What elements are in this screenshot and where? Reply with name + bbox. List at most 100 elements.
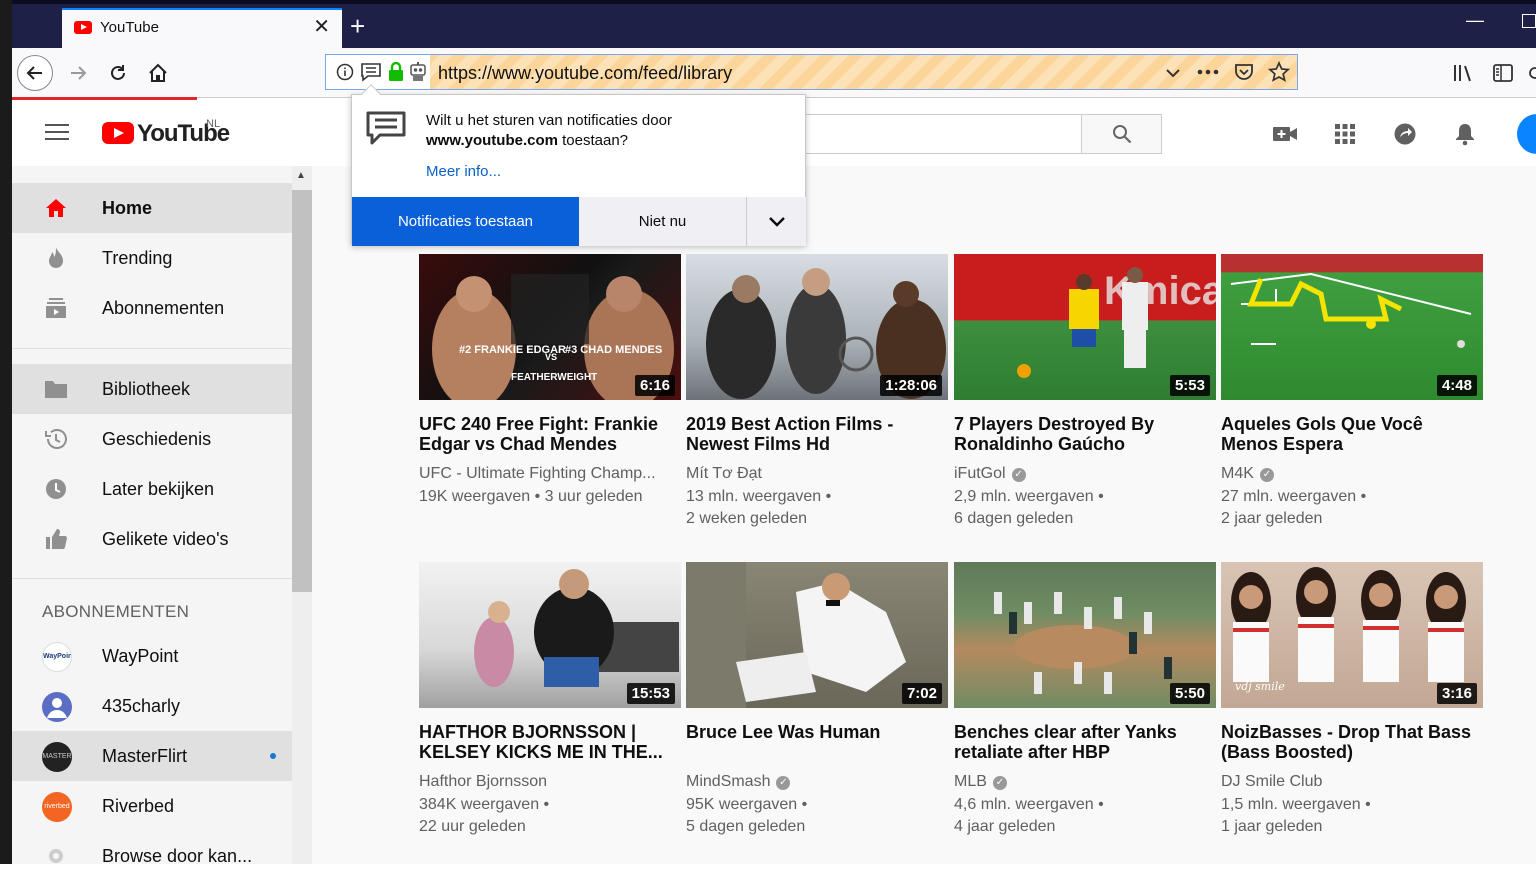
autoplay-permission-icon[interactable] — [408, 61, 428, 83]
video-title[interactable]: 2019 Best Action Films - Newest Films Hd — [686, 414, 948, 454]
create-video-button[interactable] — [1271, 120, 1299, 148]
video-stats: 2,9 mln. weergaven • — [954, 488, 1104, 505]
channel-name[interactable]: M4K ✓ — [1221, 465, 1483, 483]
sidebar-item-trending[interactable]: Trending — [12, 233, 292, 283]
sidebar-scrollbar-thumb[interactable] — [292, 190, 312, 592]
back-button[interactable] — [17, 55, 53, 91]
channel-name-text: Hafthor Bjornsson — [419, 773, 548, 790]
sidebar-browse-channels[interactable]: Browse door kan... — [12, 831, 292, 881]
home-button[interactable] — [142, 57, 174, 89]
sidebar-item-label: 435charly — [102, 696, 181, 716]
history-icon — [44, 427, 68, 451]
sidebar-channel-waypoint[interactable]: WayPoint WayPoint — [12, 631, 292, 681]
video-duration: 3:16 — [1436, 683, 1477, 704]
sidebar-item-label: Riverbed — [102, 796, 175, 816]
channel-name-text: Mít Tơ Đạt — [686, 465, 762, 482]
channel-name-text: UFC - Ultimate Fighting Champ... — [419, 465, 656, 482]
video-thumbnail[interactable]: #2 FRANKIE EDGAR VS #3 CHAD MENDES FEATH… — [419, 254, 681, 400]
secure-lock-icon[interactable] — [388, 62, 404, 82]
video-title[interactable]: UFC 240 Free Fight: Frankie Edgar vs Cha… — [419, 414, 681, 454]
thumb-caption: FEATHERWEIGHT — [511, 372, 598, 383]
video-thumbnail[interactable]: 5:50 — [954, 562, 1216, 708]
video-thumbnail[interactable]: 7:02 — [686, 562, 948, 708]
channel-name[interactable]: Hafthor Bjornsson — [419, 773, 681, 791]
sidebar-channel-435charly[interactable]: 435charly — [12, 681, 292, 731]
sidebar-item-label: Gelikete video's — [102, 529, 229, 549]
page-actions-icon[interactable] — [1196, 67, 1220, 77]
sidebar-item-home[interactable]: Home — [12, 183, 292, 233]
sidebar-item-watch-later[interactable]: Later bekijken — [12, 464, 292, 514]
video-stats: 95K weergaven • — [686, 796, 808, 813]
notifications-button[interactable] — [1451, 120, 1479, 148]
sidebar-item-subscriptions[interactable]: Abonnementen — [12, 283, 292, 333]
not-now-button[interactable]: Niet nu — [579, 197, 747, 246]
channel-name[interactable]: iFutGol ✓ — [954, 465, 1216, 483]
messages-button[interactable] — [1391, 120, 1419, 148]
sidebar-channel-masterflirt[interactable]: MASTER MasterFlirt — [12, 731, 292, 781]
pocket-icon[interactable] — [1234, 62, 1254, 82]
sidebar-toggle-icon[interactable] — [1492, 62, 1514, 84]
url-text[interactable]: https://www.youtube.com/feed/library — [438, 63, 732, 84]
notification-permission-icon[interactable] — [360, 62, 382, 82]
home-icon — [44, 196, 68, 220]
forward-button[interactable] — [62, 57, 94, 89]
hamburger-menu-icon[interactable] — [45, 124, 69, 142]
account-avatar[interactable] — [1517, 114, 1536, 154]
video-title[interactable]: 7 Players Destroyed By Ronaldinho Gaúcho — [954, 414, 1216, 454]
maximize-icon[interactable] — [1522, 14, 1536, 28]
country-code: NL — [206, 118, 221, 130]
sidebar-item-liked-videos[interactable]: Gelikete video's — [12, 514, 292, 564]
house-icon — [149, 63, 167, 82]
search-input[interactable] — [772, 114, 1082, 154]
reload-button[interactable] — [102, 57, 134, 89]
video-title[interactable]: HAFTHOR BJORNSSON | KELSEY KICKS ME IN T… — [419, 722, 681, 762]
video-title[interactable]: NoizBasses - Drop That Bass (Bass Booste… — [1221, 722, 1483, 762]
channel-name[interactable]: MindSmash ✓ — [686, 773, 948, 791]
more-info-link[interactable]: Meer info... — [426, 163, 501, 180]
close-tab-icon[interactable]: ✕ — [313, 16, 330, 38]
extension-icon[interactable] — [1527, 64, 1536, 82]
video-title[interactable]: Benches clear after Yanks retaliate afte… — [954, 722, 1216, 762]
library-icon[interactable] — [1452, 62, 1474, 84]
svg-text:Kmica: Kmica — [1104, 269, 1216, 313]
flame-icon — [44, 246, 68, 270]
sidebar-item-library[interactable]: Bibliotheek — [12, 364, 292, 414]
info-icon[interactable] — [336, 63, 354, 81]
video-thumbnail[interactable]: 4:48 — [1221, 254, 1483, 400]
channel-name-text: M4K — [1221, 465, 1254, 482]
sidebar-channel-riverbed[interactable]: riverbed Riverbed — [12, 781, 292, 831]
popup-message-text: Wilt u het sturen van notificaties door — [426, 112, 672, 129]
video-stats: 4,6 mln. weergaven • — [954, 796, 1104, 813]
thumbs-up-icon — [44, 527, 68, 551]
minimize-icon[interactable]: — — [1466, 10, 1484, 31]
search-button[interactable] — [1081, 114, 1162, 154]
video-thumbnail[interactable]: Kmica 5:53 — [954, 254, 1216, 400]
video-thumbnail[interactable]: 1:28:06 — [686, 254, 948, 400]
channel-name[interactable]: UFC - Ultimate Fighting Champ... — [419, 465, 681, 483]
new-tab-button[interactable]: + — [350, 12, 365, 40]
new-content-dot — [270, 753, 276, 759]
browser-tab[interactable]: YouTube ✕ — [62, 8, 342, 48]
apps-button[interactable] — [1331, 120, 1359, 148]
url-dropdown-icon[interactable] — [1164, 66, 1182, 80]
channel-name[interactable]: MLB ✓ — [954, 773, 1216, 791]
address-bar[interactable]: https://www.youtube.com/feed/library — [325, 54, 1298, 90]
youtube-sidebar: Home Trending Abonnementen Bibliotheek G… — [12, 166, 292, 866]
channel-name[interactable]: Mít Tơ Đạt — [686, 465, 948, 483]
allow-notifications-button[interactable]: Notificaties toestaan — [352, 197, 579, 246]
thumb-caption: vdj smile — [1235, 680, 1285, 693]
video-title[interactable]: Bruce Lee Was Human — [686, 722, 948, 742]
video-title[interactable]: Aqueles Gols Que Você Menos Espera — [1221, 414, 1483, 454]
notification-permission-popup: Wilt u het sturen van notificaties door … — [351, 84, 806, 246]
chevron-down-icon — [768, 216, 785, 227]
bookmark-star-icon[interactable] — [1268, 61, 1290, 83]
video-thumbnail[interactable]: 15:53 — [419, 562, 681, 708]
channel-name[interactable]: DJ Smile Club — [1221, 773, 1483, 791]
verified-icon: ✓ — [776, 776, 791, 790]
sidebar-item-history[interactable]: Geschiedenis — [12, 414, 292, 464]
scroll-up-icon[interactable]: ▲ — [296, 170, 306, 181]
video-thumbnail[interactable]: vdj smile 3:16 — [1221, 562, 1483, 708]
popup-options-dropdown[interactable] — [747, 197, 806, 246]
video-duration: 6:16 — [634, 375, 675, 396]
video-duration: 4:48 — [1436, 375, 1477, 396]
